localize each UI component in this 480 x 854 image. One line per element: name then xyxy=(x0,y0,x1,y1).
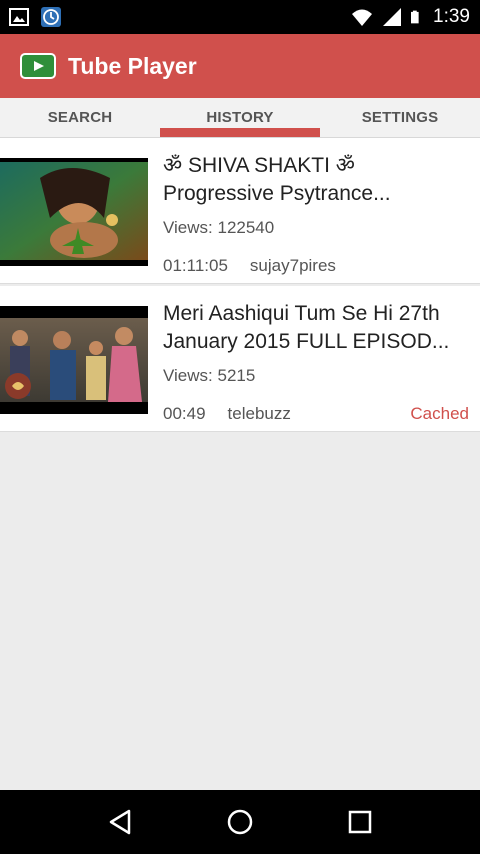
video-duration: 01:11:05 xyxy=(163,256,228,275)
back-icon xyxy=(109,809,131,835)
video-title: ॐ SHIVA SHAKTI ॐ Progressive Psytrance..… xyxy=(163,152,475,208)
history-list-item[interactable]: ॐ SHIVA SHAKTI ॐ Progressive Psytrance..… xyxy=(0,138,480,284)
video-title-line-1: ॐ SHIVA SHAKTI ॐ xyxy=(163,154,355,177)
video-title-line-1: Meri Aashiqui Tum Se Hi 27th xyxy=(163,302,440,325)
tab-settings[interactable]: SETTINGS xyxy=(320,98,480,137)
app-title: Tube Player xyxy=(68,52,197,79)
video-title-line-2: January 2015 FULL EPISOD... xyxy=(163,330,450,353)
video-thumbnail[interactable] xyxy=(0,158,148,266)
clock-app-icon xyxy=(41,7,61,27)
video-thumbnail[interactable] xyxy=(0,306,148,414)
video-title-line-2: Progressive Psytrance... xyxy=(163,182,391,205)
thumbnail-image xyxy=(0,158,148,266)
tab-selected-indicator xyxy=(160,128,320,137)
wifi-icon xyxy=(352,9,373,26)
recents-button[interactable] xyxy=(340,802,380,842)
status-bar: 1:39 xyxy=(0,0,480,34)
history-list-item[interactable]: Meri Aashiqui Tum Se Hi 27th January 201… xyxy=(0,286,480,432)
status-clock: 1:39 xyxy=(433,6,470,27)
home-button[interactable] xyxy=(220,802,260,842)
video-title: Meri Aashiqui Tum Se Hi 27th January 201… xyxy=(163,300,475,356)
video-views: Views: 5215 xyxy=(163,366,256,385)
system-nav-bar xyxy=(0,790,480,854)
video-meta: 01:11:05 sujay7pires xyxy=(163,256,469,276)
app-bar: Tube Player xyxy=(0,34,480,98)
video-duration: 00:49 xyxy=(163,404,206,423)
image-icon xyxy=(9,8,29,26)
video-channel: telebuzz xyxy=(227,404,291,423)
video-views: Views: 122540 xyxy=(163,218,275,237)
signal-icon xyxy=(383,8,402,26)
home-icon xyxy=(227,809,253,835)
battery-icon xyxy=(411,10,419,24)
video-channel: sujay7pires xyxy=(249,256,336,275)
tube-player-logo-icon xyxy=(20,53,56,79)
recents-icon xyxy=(348,810,372,834)
cached-badge: Cached xyxy=(410,404,469,423)
video-meta: 00:49 telebuzz Cached xyxy=(163,404,469,424)
thumbnail-image xyxy=(0,306,148,414)
back-button[interactable] xyxy=(100,802,140,842)
tab-search[interactable]: SEARCH xyxy=(0,98,160,137)
